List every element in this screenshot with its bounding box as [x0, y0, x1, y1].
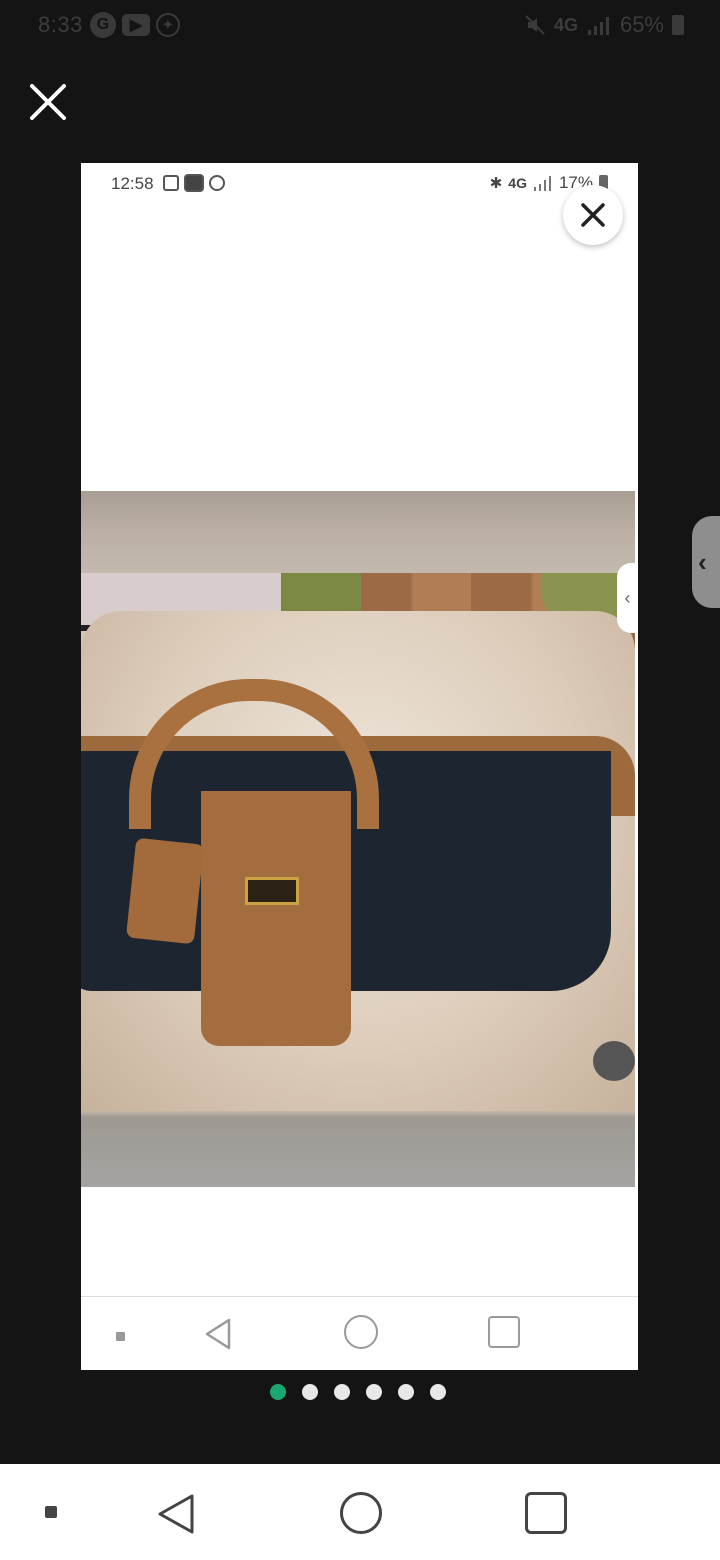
google-icon: G: [90, 12, 116, 38]
close-icon[interactable]: [26, 80, 70, 124]
page-dot-2[interactable]: [302, 1384, 318, 1400]
screenshot-status-bar: 12:58 ✱ 4G 17%: [81, 163, 638, 203]
side-panel-tab[interactable]: ‹: [692, 516, 720, 608]
screenshot-status-time: 12:58: [111, 174, 154, 193]
screenshot-notification-icons: [163, 174, 225, 192]
mute-icon: [525, 15, 545, 35]
signal-icon: [587, 17, 609, 35]
status-system-icons: 4G 65%: [524, 12, 684, 38]
navigation-bar: [0, 1464, 720, 1560]
page-indicator: [270, 1384, 446, 1400]
status-notification-icons: G ▶ ✦: [90, 12, 180, 38]
youtube-icon: ▶: [122, 14, 150, 36]
overview-icon[interactable]: [525, 1492, 567, 1534]
home-icon[interactable]: [340, 1492, 382, 1534]
screenshot-image[interactable]: 12:58 ✱ 4G 17% ‹: [81, 163, 638, 1370]
battery-percent: 65%: [619, 12, 664, 37]
gallery-icon: [163, 175, 179, 191]
rug-detail: [593, 1041, 635, 1081]
bluetooth-icon: ✱: [489, 175, 503, 192]
bag-photo: [81, 491, 635, 1187]
page-dot-4[interactable]: [366, 1384, 382, 1400]
page-dot-3[interactable]: [334, 1384, 350, 1400]
screenshot-nav-bar: [81, 1296, 638, 1371]
page-dot-6[interactable]: [430, 1384, 446, 1400]
screenshot-side-tab: ‹: [617, 563, 638, 633]
status-bar: 8:33 G ▶ ✦ 4G 65%: [0, 0, 720, 52]
luggage-tag: [125, 837, 205, 945]
battery-icon: [672, 15, 684, 35]
recents-dot-icon[interactable]: [45, 1506, 57, 1518]
status-time: 8:33: [38, 12, 83, 37]
signal-icon: [533, 176, 551, 191]
network-type: 4G: [553, 14, 578, 35]
overview-icon: [488, 1316, 520, 1348]
chevron-left-icon: ‹: [624, 587, 631, 608]
back-icon[interactable]: [150, 1488, 202, 1540]
recents-dot-icon: [116, 1332, 125, 1341]
bag-leather-strip: [201, 791, 351, 1046]
back-icon: [205, 1318, 231, 1350]
page-dot-1[interactable]: [270, 1384, 286, 1400]
chevron-left-icon: ‹: [698, 546, 707, 577]
app-icon: [184, 174, 204, 192]
accessibility-icon: [209, 175, 225, 191]
screenshot-network-type: 4G: [508, 175, 527, 191]
page-dot-5[interactable]: [398, 1384, 414, 1400]
brand-plate: [245, 877, 299, 905]
close-icon: [581, 203, 605, 227]
home-icon: [344, 1315, 378, 1349]
screenshot-close-button: [563, 185, 623, 245]
accessibility-icon: ✦: [156, 13, 180, 37]
